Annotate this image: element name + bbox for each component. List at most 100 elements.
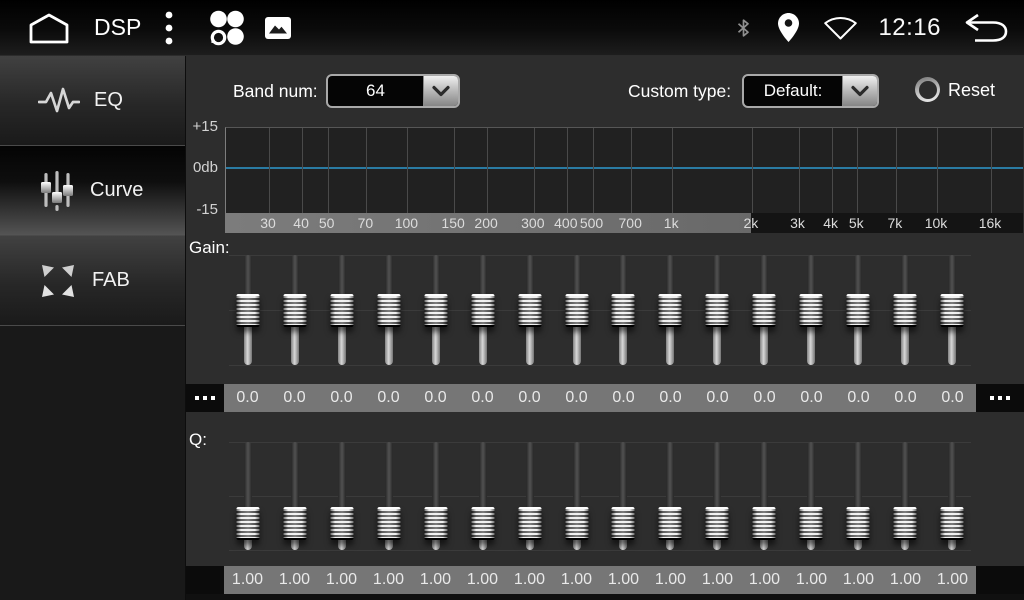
custom-type-value: Default: bbox=[744, 76, 842, 106]
grid-line bbox=[302, 128, 303, 213]
sidebar-item-eq[interactable]: EQ bbox=[0, 56, 185, 146]
q-slider-handle[interactable] bbox=[659, 507, 682, 540]
q-slider-handle[interactable] bbox=[753, 507, 776, 540]
q-slider-handle[interactable] bbox=[940, 507, 963, 540]
gain-slider-track bbox=[291, 255, 299, 297]
freq-tick-label: 4k bbox=[823, 213, 838, 233]
q-slider-handle[interactable] bbox=[706, 507, 729, 540]
q-slider-track bbox=[666, 442, 674, 510]
bottom-strip bbox=[186, 594, 1024, 600]
gallery-icon[interactable] bbox=[265, 17, 291, 39]
freq-tick-label: 10k bbox=[925, 213, 948, 233]
top-bar: DSP bbox=[0, 0, 1024, 56]
q-value: 1.00 bbox=[600, 566, 647, 594]
grid-line bbox=[454, 128, 455, 213]
gain-slider-handle[interactable] bbox=[659, 294, 682, 327]
gain-slider-handle[interactable] bbox=[237, 294, 260, 327]
gain-slider-track bbox=[432, 255, 440, 297]
gain-slider-handle[interactable] bbox=[331, 294, 354, 327]
gain-slider-track bbox=[385, 324, 393, 366]
q-slider-track bbox=[713, 442, 721, 510]
q-value: 1.00 bbox=[788, 566, 835, 594]
q-slider-handle[interactable] bbox=[237, 507, 260, 540]
q-slider-handle[interactable] bbox=[284, 507, 307, 540]
sidebar-item-curve[interactable]: Curve bbox=[0, 146, 185, 236]
grid-line bbox=[269, 128, 270, 213]
q-slider-track bbox=[948, 442, 956, 510]
chevron-down-icon[interactable] bbox=[423, 76, 458, 106]
reset-radio[interactable] bbox=[915, 77, 940, 102]
custom-type-select[interactable]: Default: bbox=[742, 74, 879, 108]
sidebar-item-label: Curve bbox=[90, 179, 143, 202]
gain-slider bbox=[834, 248, 881, 372]
freq-tick-label: 100 bbox=[395, 213, 418, 233]
gain-value: 0.0 bbox=[882, 384, 929, 412]
freq-tick-label: 30 bbox=[260, 213, 276, 233]
gain-slider-handle[interactable] bbox=[753, 294, 776, 327]
gain-slider bbox=[788, 248, 835, 372]
gain-slider-handle[interactable] bbox=[940, 294, 963, 327]
gain-value: 0.0 bbox=[412, 384, 459, 412]
sidebar-item-fab[interactable]: FAB bbox=[0, 236, 185, 326]
gain-slider-handle[interactable] bbox=[846, 294, 869, 327]
grid-line bbox=[896, 128, 897, 213]
q-slider bbox=[647, 437, 694, 558]
chevron-down-icon[interactable] bbox=[842, 76, 877, 106]
eq-waveform-icon bbox=[38, 87, 80, 115]
gain-more-left-button[interactable] bbox=[186, 384, 224, 412]
band-num-value: 64 bbox=[328, 76, 423, 106]
q-slider-handle[interactable] bbox=[471, 507, 494, 540]
gain-more-right-button[interactable] bbox=[976, 384, 1024, 412]
gain-slider-handle[interactable] bbox=[284, 294, 307, 327]
q-slider-handle[interactable] bbox=[424, 507, 447, 540]
apps-clover-icon[interactable] bbox=[207, 9, 247, 47]
q-slider bbox=[834, 437, 881, 558]
q-slider-handle[interactable] bbox=[378, 507, 401, 540]
back-icon[interactable] bbox=[961, 11, 1008, 44]
gain-slider-handle[interactable] bbox=[799, 294, 822, 327]
q-slider-handle[interactable] bbox=[893, 507, 916, 540]
q-value: 1.00 bbox=[271, 566, 318, 594]
gain-slider-handle[interactable] bbox=[518, 294, 541, 327]
q-slider-track bbox=[901, 442, 909, 510]
q-slider-handle[interactable] bbox=[612, 507, 635, 540]
q-slider-handle[interactable] bbox=[518, 507, 541, 540]
q-slider-track bbox=[244, 442, 252, 510]
q-value: 1.00 bbox=[929, 566, 976, 594]
gain-slider-handle[interactable] bbox=[565, 294, 588, 327]
q-slider-track bbox=[479, 442, 487, 510]
gain-slider bbox=[459, 248, 506, 372]
gain-slider-handle[interactable] bbox=[706, 294, 729, 327]
gain-slider-handle[interactable] bbox=[612, 294, 635, 327]
gain-slider-handle[interactable] bbox=[471, 294, 494, 327]
grid-line bbox=[487, 128, 488, 213]
overflow-menu-icon[interactable] bbox=[165, 11, 173, 45]
gain-slider bbox=[413, 248, 460, 372]
gain-slider-handle[interactable] bbox=[893, 294, 916, 327]
q-sliders bbox=[225, 437, 975, 558]
eq-curve-plot[interactable] bbox=[225, 127, 1023, 213]
gain-slider-track bbox=[901, 324, 909, 366]
q-slider-handle[interactable] bbox=[565, 507, 588, 540]
grid-line bbox=[937, 128, 938, 213]
q-slider-handle[interactable] bbox=[846, 507, 869, 540]
eq-curve-line bbox=[226, 167, 1023, 169]
gain-slider-handle[interactable] bbox=[378, 294, 401, 327]
y-tick-label: +15 bbox=[184, 118, 218, 136]
q-slider-handle[interactable] bbox=[799, 507, 822, 540]
gain-sliders bbox=[225, 248, 975, 372]
q-slider-handle[interactable] bbox=[331, 507, 354, 540]
gain-slider-handle[interactable] bbox=[424, 294, 447, 327]
freq-tick-label: 3k bbox=[790, 213, 805, 233]
gain-value: 0.0 bbox=[459, 384, 506, 412]
gain-slider bbox=[741, 248, 788, 372]
band-num-select[interactable]: 64 bbox=[326, 74, 460, 108]
gain-slider-track bbox=[760, 324, 768, 366]
gain-value: 0.0 bbox=[365, 384, 412, 412]
freq-axis-strip[interactable]: 304050701001502003004005007001k2k3k4k5k7… bbox=[225, 213, 1023, 233]
freq-tick-label: 1k bbox=[664, 213, 679, 233]
q-strip-left-cap bbox=[186, 566, 224, 594]
q-value: 1.00 bbox=[835, 566, 882, 594]
gain-slider-track bbox=[948, 324, 956, 366]
home-icon[interactable] bbox=[26, 12, 72, 44]
